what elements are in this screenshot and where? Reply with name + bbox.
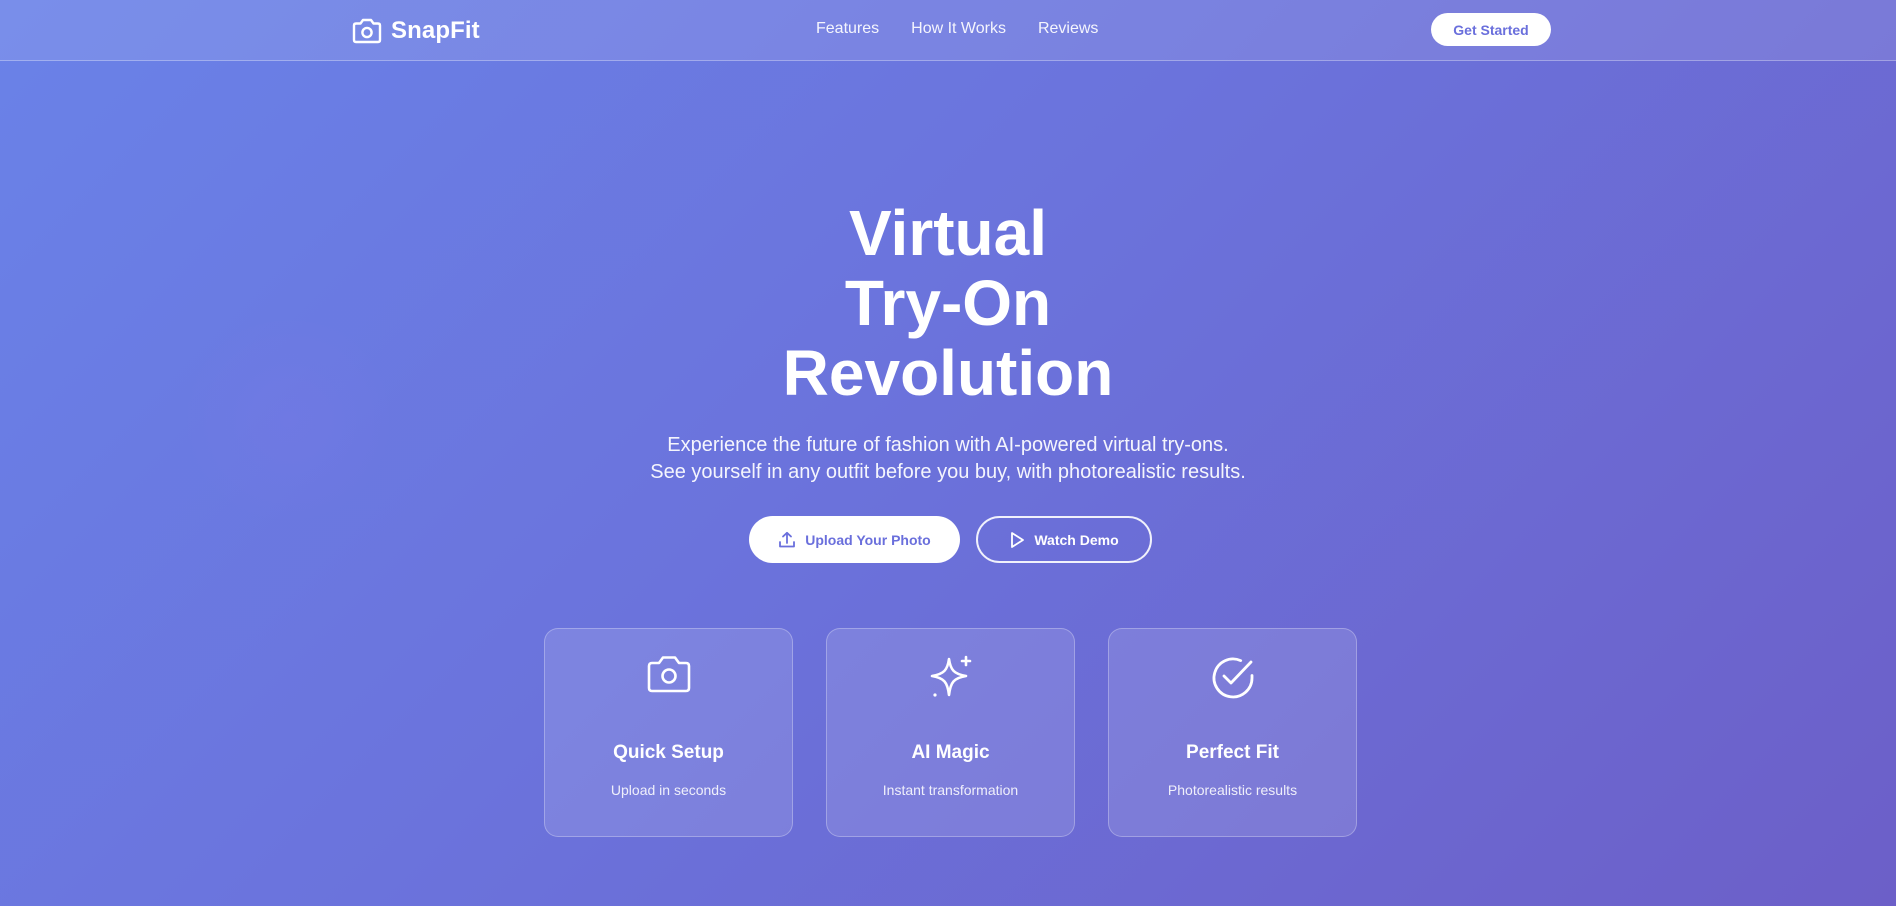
navbar: SnapFit Features How It Works Reviews Ge…	[0, 0, 1896, 61]
nav-link-reviews[interactable]: Reviews	[1038, 20, 1098, 38]
hero-title-line: Try-On	[844, 267, 1052, 339]
camera-icon	[647, 656, 690, 693]
hero-title: Virtual Try-On Revolution	[0, 198, 1896, 408]
hero-subtitle-line: See yourself in any outfit before you bu…	[650, 461, 1246, 483]
feature-description: Instant transformation	[882, 782, 1019, 798]
feature-card-ai-magic: AI Magic Instant transformation	[826, 628, 1075, 837]
sparkles-icon	[930, 655, 971, 697]
hero-actions: Upload Your Photo Watch Demo	[0, 516, 1896, 563]
brand-logo[interactable]: SnapFit	[351, 16, 480, 46]
brand-name: SnapFit	[391, 17, 480, 44]
hero-subtitle: Experience the future of fashion with AI…	[0, 432, 1896, 486]
watch-demo-label: Watch Demo	[1034, 531, 1119, 548]
feature-description: Photorealistic results	[1167, 782, 1298, 798]
nav-links: Features How It Works Reviews	[816, 20, 1098, 38]
camera-icon	[352, 18, 382, 44]
upload-photo-label: Upload Your Photo	[805, 531, 931, 548]
feature-title: AI Magic	[911, 742, 990, 763]
hero-subtitle-line: Experience the future of fashion with AI…	[667, 434, 1229, 456]
hero-title-line: Virtual	[849, 197, 1047, 269]
get-started-button[interactable]: Get Started	[1431, 13, 1551, 46]
feature-card-quick-setup: Quick Setup Upload in seconds	[544, 628, 793, 837]
watch-demo-button[interactable]: Watch Demo	[976, 516, 1152, 563]
feature-card-perfect-fit: Perfect Fit Photorealistic results	[1108, 628, 1357, 837]
feature-description: Upload in seconds	[610, 782, 727, 798]
upload-icon	[779, 531, 796, 547]
hero-title-line: Revolution	[782, 337, 1114, 409]
upload-photo-button[interactable]: Upload Your Photo	[749, 516, 960, 563]
nav-link-features[interactable]: Features	[816, 20, 879, 38]
feature-title: Perfect Fit	[1186, 742, 1279, 763]
feature-title: Quick Setup	[613, 742, 724, 763]
play-icon	[1011, 531, 1025, 548]
nav-link-how-it-works[interactable]: How It Works	[911, 20, 1006, 38]
check-circle-icon	[1212, 657, 1253, 699]
feature-cards: Quick Setup Upload in seconds AI Magic I…	[544, 628, 1357, 837]
